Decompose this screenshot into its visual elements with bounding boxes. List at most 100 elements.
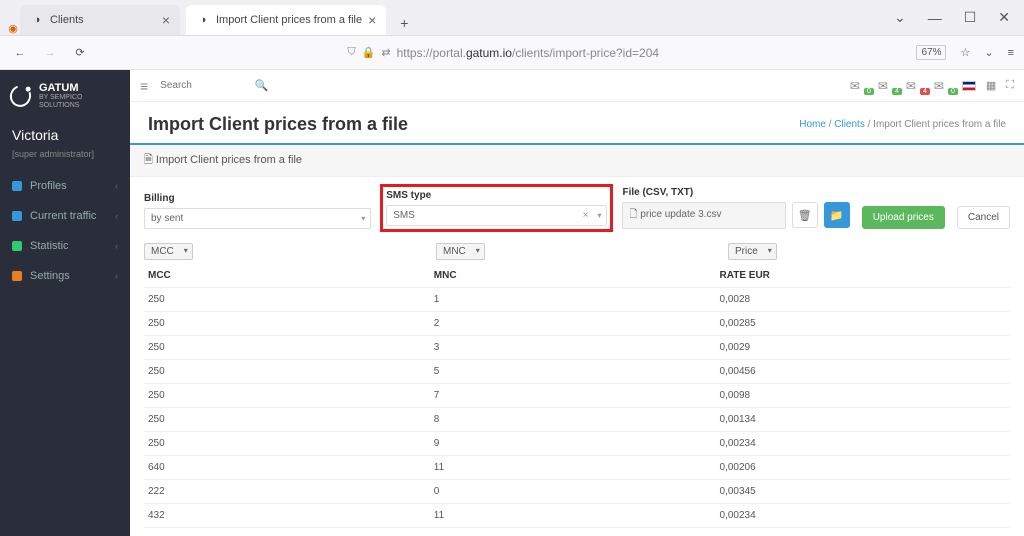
chevron-left-icon: ‹ (115, 271, 118, 281)
site-icon: ◑ (196, 13, 210, 27)
logo: GATUMBY SEMPICO SOLUTIONS (0, 70, 130, 121)
user-role: [super administrator] (0, 149, 130, 171)
main-content: ≡ 🔍 ✉0 ✉4 ✉4 ✉0 ▦ ⛶ Import Client prices fr… (130, 70, 1024, 536)
table-row: 25070,0098 (144, 384, 1010, 408)
billing-select[interactable]: by sent ▾ (144, 208, 371, 229)
close-window-icon[interactable]: ✕ (998, 9, 1010, 26)
user-name: Victoria (0, 121, 130, 149)
fullscreen-icon[interactable]: ⛶ (1006, 79, 1014, 92)
crumb-clients[interactable]: Clients (834, 119, 865, 130)
file-icon: 🗋 (629, 209, 637, 220)
tab-label: Import Client prices from a file (216, 14, 362, 26)
mcc-filter[interactable]: MCC (144, 243, 193, 260)
user-icon: ✉ (906, 79, 916, 93)
reload-icon[interactable]: ⟳ (70, 46, 90, 59)
panel-title: 🗎 Import Client prices from a file (130, 145, 1024, 177)
sidebar: GATUMBY SEMPICO SOLUTIONS Victoria [supe… (0, 70, 130, 536)
site-icon: ◑ (30, 13, 44, 27)
zoom-level[interactable]: 67% (916, 45, 946, 60)
tab-label: Clients (50, 14, 84, 26)
mnc-filter[interactable]: MNC (436, 243, 485, 260)
topbar: ≡ 🔍 ✉0 ✉4 ✉4 ✉0 ▦ ⛶ (130, 70, 1024, 102)
highlight-annotation: SMS type SMS × ▾ (380, 184, 613, 232)
chart-icon (12, 241, 22, 251)
tab-import-prices[interactable]: ◑ Import Client prices from a file × (186, 5, 386, 35)
browser-tab-strip: ◉ ◑ Clients × ◑ Import Client prices fro… (0, 0, 1024, 36)
chevron-down-icon[interactable]: ⌄ (894, 9, 906, 26)
smstype-label: SMS type (386, 190, 607, 201)
url-bar[interactable]: https://portal.gatum.io/clients/import-p… (397, 46, 659, 60)
table-row: 25010,0028 (144, 288, 1010, 312)
sidebar-item-current-traffic[interactable]: Current traffic ‹ (0, 201, 130, 231)
lock-icon[interactable]: 🔒 (362, 46, 376, 59)
sidebar-item-statistic[interactable]: Statistic ‹ (0, 231, 130, 261)
sidebar-item-label: Profiles (30, 180, 67, 192)
minimize-icon[interactable]: — (928, 10, 942, 26)
notif-0[interactable]: ✉0 (850, 79, 868, 93)
chat-icon: ✉ (878, 79, 888, 93)
menu-icon[interactable]: ≡ (1008, 47, 1014, 59)
table-row: 25090,00234 (144, 432, 1010, 456)
flag-icon[interactable] (962, 81, 976, 91)
bell-icon: ✉ (934, 79, 944, 93)
traffic-icon (12, 211, 22, 221)
smstype-select[interactable]: SMS × ▾ (386, 205, 607, 226)
chevron-down-icon: ▾ (597, 211, 601, 220)
link-icon (12, 181, 22, 191)
sidebar-item-label: Current traffic (30, 210, 96, 222)
sidebar-item-settings[interactable]: Settings ‹ (0, 261, 130, 291)
upload-button[interactable]: Upload prices (862, 206, 945, 229)
apps-icon[interactable]: ▦ (986, 79, 996, 92)
delete-file-button[interactable]: 🗑 (792, 202, 818, 228)
table-row: 25080,00134 (144, 408, 1010, 432)
table-row: 25030,0029 (144, 336, 1010, 360)
browse-file-button[interactable]: 📁 (824, 202, 850, 228)
sidebar-item-label: Statistic (30, 240, 69, 252)
search-input[interactable] (158, 76, 268, 96)
chevron-left-icon: ‹ (115, 181, 118, 191)
close-icon[interactable]: × (162, 12, 170, 28)
back-icon[interactable]: ← (10, 47, 30, 59)
bookmark-icon[interactable]: ☆ (960, 46, 970, 59)
sidebar-item-label: Settings (30, 270, 70, 282)
permissions-icon[interactable]: ⇄ (381, 46, 390, 59)
shield-icon[interactable]: ⛉ (347, 46, 355, 59)
maximize-icon[interactable]: ☐ (964, 9, 977, 26)
new-tab-button[interactable]: + (392, 11, 416, 35)
col-mnc: MNC (430, 264, 716, 288)
cancel-button[interactable]: Cancel (957, 206, 1010, 229)
crumb-home[interactable]: Home (799, 119, 826, 130)
hamburger-icon[interactable]: ≡ (140, 78, 148, 94)
notif-1[interactable]: ✉4 (878, 79, 896, 93)
search-icon[interactable]: 🔍 (254, 79, 268, 92)
tab-clients[interactable]: ◑ Clients × (20, 5, 180, 35)
price-table: MCC MNC RATE EUR 25010,002825020,0028525… (144, 264, 1010, 528)
col-mcc: MCC (144, 264, 430, 288)
close-icon[interactable]: × (368, 12, 376, 28)
clear-icon[interactable]: × (583, 210, 589, 221)
logo-icon (6, 81, 34, 110)
table-row: 25020,00285 (144, 312, 1010, 336)
file-label: File (CSV, TXT) (622, 187, 849, 198)
page-title: Import Client prices from a file (148, 114, 408, 135)
table-row: 432110,00234 (144, 504, 1010, 528)
price-filter[interactable]: Price (728, 243, 777, 260)
gear-icon (12, 271, 22, 281)
notif-3[interactable]: ✉0 (934, 79, 952, 93)
chevron-left-icon: ‹ (115, 211, 118, 221)
table-row: 22200,00345 (144, 480, 1010, 504)
billing-label: Billing (144, 193, 371, 204)
file-field: 🗋 price update 3.csv (622, 202, 785, 229)
notif-2[interactable]: ✉4 (906, 79, 924, 93)
chevron-down-icon: ▾ (361, 214, 365, 223)
browser-nav-bar: ← → ⟳ ⛉ 🔒 ⇄ https://portal.gatum.io/clie… (0, 36, 1024, 70)
table-row: 640110,00206 (144, 456, 1010, 480)
pocket-icon[interactable]: ⌄ (984, 46, 993, 59)
firefox-icon: ◉ (6, 21, 20, 35)
chevron-left-icon: ‹ (115, 241, 118, 251)
import-icon: 🗎 (144, 154, 153, 166)
forward-icon: → (40, 47, 60, 59)
table-row: 25050,00456 (144, 360, 1010, 384)
sidebar-item-profiles[interactable]: Profiles ‹ (0, 171, 130, 201)
crumb-current: Import Client prices from a file (873, 119, 1006, 130)
